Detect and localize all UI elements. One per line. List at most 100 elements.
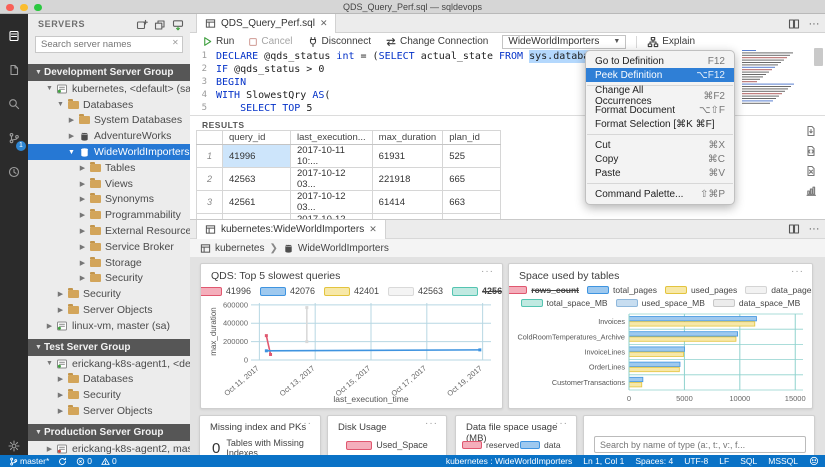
status-sync[interactable]: [58, 457, 67, 466]
widget-menu-icon[interactable]: ···: [555, 418, 568, 429]
grid-row-number[interactable]: 3: [197, 191, 223, 214]
tree-item-server-objects[interactable]: ▶Server Objects: [28, 302, 190, 318]
cancel-button[interactable]: Cancel: [248, 36, 292, 47]
tree-item-server-objects[interactable]: ▶Server Objects: [28, 403, 190, 419]
grid-cell[interactable]: 42563: [223, 168, 291, 191]
legend-item-42563[interactable]: 42563: [388, 286, 443, 296]
status-ln-1-col-1[interactable]: Ln 1, Col 1: [583, 456, 624, 466]
menu-item-format-selection-k-f-[interactable]: Format Selection [⌘K ⌘F]: [586, 117, 734, 131]
grid-cell[interactable]: 221918: [372, 168, 443, 191]
status-kubernetes-wideworldimporters[interactable]: kubernetes : WideWorldImporters: [446, 456, 572, 466]
status-error[interactable]: 0: [76, 456, 92, 466]
server-group-header[interactable]: ▼Production Server Group: [28, 424, 190, 441]
tab-dashboard[interactable]: kubernetes:WideWorldImporters ✕: [196, 220, 386, 239]
grid-row-number[interactable]: 2: [197, 168, 223, 191]
new-server-group-icon[interactable]: [152, 17, 168, 33]
change-connection-button[interactable]: Change Connection: [385, 36, 488, 48]
grid-column-header[interactable]: plan_id: [443, 131, 501, 145]
tree-item-service-broker[interactable]: ▶Service Broker: [28, 239, 190, 255]
grid-column-header[interactable]: max_duration: [372, 131, 443, 145]
legend-item-rows_count[interactable]: rows_count: [508, 285, 579, 295]
new-query-icon[interactable]: [0, 56, 28, 84]
split-editor-icon[interactable]: [786, 16, 802, 32]
legend-item-total_space_MB[interactable]: total_space_MB: [521, 298, 608, 308]
explain-button[interactable]: Explain: [647, 36, 695, 48]
tree-item-adventureworks[interactable]: ▶AdventureWorks: [28, 128, 190, 144]
disconnect-button[interactable]: Disconnect: [307, 36, 371, 48]
legend-item-41996[interactable]: 41996: [200, 286, 251, 296]
menu-item-copy[interactable]: Copy⌘C: [586, 152, 734, 166]
chevron-right-icon[interactable]: ▶: [66, 116, 77, 124]
more-actions-icon[interactable]: ···: [806, 16, 822, 32]
tree-item-storage[interactable]: ▶Storage: [28, 255, 190, 271]
server-search-input[interactable]: [35, 36, 183, 53]
tree-item-external-resources[interactable]: ▶External Resources: [28, 223, 190, 239]
chevron-right-icon[interactable]: ▶: [44, 322, 55, 330]
legend-item-used_pages[interactable]: used_pages: [665, 285, 737, 295]
servers-icon[interactable]: [0, 22, 28, 50]
widget-menu-icon[interactable]: ···: [299, 418, 312, 429]
split-panel-icon[interactable]: [786, 221, 802, 237]
grid-cell[interactable]: 665: [443, 168, 501, 191]
panel-more-actions-icon[interactable]: ···: [806, 221, 822, 237]
menu-item-format-document[interactable]: Format Document⌥⇧F: [586, 103, 734, 117]
status-spaces-4[interactable]: Spaces: 4: [635, 456, 673, 466]
grid-cell[interactable]: 2017-10-12 03...: [291, 191, 373, 214]
menu-item-peek-definition[interactable]: Peek Definition⌥F12: [586, 68, 734, 82]
status-lf[interactable]: LF: [719, 456, 729, 466]
chevron-right-icon[interactable]: ▶: [55, 407, 66, 415]
status-utf-8[interactable]: UTF-8: [684, 456, 708, 466]
menu-item-change-all-occurrences[interactable]: Change All Occurrences⌘F2: [586, 89, 734, 103]
widget-menu-icon[interactable]: ···: [425, 418, 438, 429]
legend-item-Used_Space[interactable]: Used_Space: [328, 440, 446, 450]
chevron-down-icon[interactable]: ▼: [55, 101, 66, 108]
chevron-right-icon[interactable]: ▶: [77, 274, 88, 282]
grid-cell[interactable]: 525: [443, 145, 501, 168]
grid-row-number[interactable]: 1: [197, 145, 223, 168]
save-csv-icon[interactable]: [804, 124, 818, 138]
widget-menu-icon[interactable]: ···: [791, 266, 804, 277]
feedback-smiley-icon[interactable]: [809, 456, 819, 466]
chevron-down-icon[interactable]: ▼: [44, 360, 55, 367]
menu-item-command-palette-[interactable]: Command Palette...⇧⌘P: [586, 187, 734, 201]
legend-item-data_pages[interactable]: data_pages: [745, 285, 813, 295]
chevron-down-icon[interactable]: ▼: [33, 429, 44, 436]
tree-item-erickang-k8s-agent2-master-sa-[interactable]: ▶erickang-k8s-agent2, master (sa): [28, 441, 190, 455]
tree-item-programmability[interactable]: ▶Programmability: [28, 207, 190, 223]
tree-item-security[interactable]: ▶Security: [28, 271, 190, 287]
tree-item-kubernetes-default-sa-[interactable]: ▼kubernetes, <default> (sa): [28, 81, 190, 97]
active-connections-icon[interactable]: [170, 17, 186, 33]
grid-cell[interactable]: 61414: [372, 191, 443, 214]
task-history-icon[interactable]: [0, 158, 28, 186]
widget-menu-icon[interactable]: ···: [481, 266, 494, 277]
database-dropdown[interactable]: WideWorldImporters▼: [502, 35, 626, 49]
chevron-right-icon[interactable]: ▶: [77, 195, 88, 203]
minimap[interactable]: [740, 48, 804, 106]
tree-item-security[interactable]: ▶Security: [28, 387, 190, 403]
chevron-right-icon[interactable]: ▶: [77, 259, 88, 267]
grid-cell[interactable]: 41996: [223, 145, 291, 168]
tree-item-databases[interactable]: ▼Databases: [28, 97, 190, 113]
breadcrumb-item[interactable]: WideWorldImporters: [283, 243, 389, 254]
chevron-right-icon[interactable]: ▶: [55, 306, 66, 314]
tree-item-synonyms[interactable]: ▶Synonyms: [28, 192, 190, 208]
legend-item-data_space_MB[interactable]: data_space_MB: [713, 298, 800, 308]
legend-item-reserved[interactable]: reserved: [462, 440, 519, 450]
view-chart-icon[interactable]: [804, 184, 818, 198]
grid-column-header[interactable]: query_id: [223, 131, 291, 145]
breadcrumb-item[interactable]: kubernetes: [200, 243, 264, 254]
status-warning[interactable]: 0: [101, 456, 117, 466]
save-json-icon[interactable]: [804, 144, 818, 158]
save-excel-icon[interactable]: [804, 164, 818, 178]
chevron-right-icon[interactable]: ▶: [77, 243, 88, 251]
chevron-right-icon[interactable]: ▶: [55, 391, 66, 399]
search-icon[interactable]: [0, 90, 28, 118]
chevron-down-icon[interactable]: ▼: [44, 85, 55, 92]
chevron-right-icon[interactable]: ▶: [66, 132, 77, 140]
tree-item-erickang-k8s-agent1-default-sa-[interactable]: ▼erickang-k8s-agent1, <default> (sa): [28, 356, 190, 372]
grid-column-header[interactable]: last_execution...: [291, 131, 373, 145]
tree-item-linux-vm-master-sa-[interactable]: ▶linux-vm, master (sa): [28, 318, 190, 334]
status-git-branch[interactable]: master*: [9, 456, 49, 466]
chevron-right-icon[interactable]: ▶: [77, 227, 88, 235]
chevron-right-icon[interactable]: ▶: [44, 445, 55, 453]
